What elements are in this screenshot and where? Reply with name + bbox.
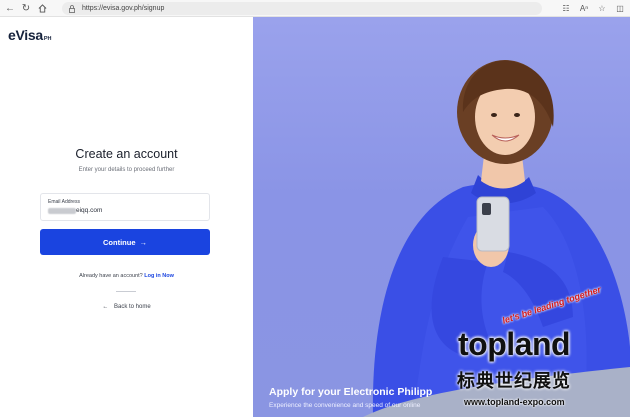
split-icon[interactable]: ◫ (614, 4, 626, 13)
home-icon[interactable] (34, 0, 50, 17)
font-icon[interactable]: Aⁿ (578, 4, 590, 13)
reader-icon[interactable]: ☷ (560, 4, 572, 13)
page-subtitle: Enter your details to proceed further (78, 167, 175, 173)
hero-image (363, 60, 630, 417)
arrow-left-icon: ← (102, 304, 109, 310)
continue-button[interactable]: Continue → (40, 229, 210, 255)
hero-subtitle: Experience the convenience and speed of … (269, 402, 421, 409)
watermark-url: www.topland-expo.com (464, 397, 565, 407)
address-bar[interactable]: https://evisa.gov.ph/signup (62, 2, 542, 15)
hero-title: Apply for your Electronic Philipp (269, 386, 433, 398)
logo-main: eVisa (8, 27, 43, 43)
login-link[interactable]: Log in Now (144, 273, 174, 279)
logo-sub: PH (43, 36, 52, 42)
login-prompt: Already have an account? (79, 273, 143, 279)
back-home-label: Back to home (113, 304, 151, 310)
email-field[interactable]: Email Address eiqq.com (40, 193, 210, 221)
back-home-link[interactable]: ← Back to home (0, 304, 253, 310)
refresh-icon[interactable]: ↻ (18, 0, 34, 17)
email-domain: eiqq.com (76, 207, 103, 214)
url-text: https://evisa.gov.ph/signup (82, 5, 165, 12)
watermark-brand: topland (458, 326, 571, 362)
email-value[interactable]: eiqq.com (48, 207, 102, 214)
favorite-icon[interactable]: ☆ (596, 4, 608, 13)
watermark-chinese: 标典世纪展览 (457, 371, 571, 391)
divider (116, 291, 136, 292)
hero-panel: Apply for your Electronic Philipp Experi… (253, 17, 630, 417)
lock-icon (68, 4, 76, 14)
redacted-text (48, 207, 76, 214)
signup-panel: eVisa PH Create an account Enter your de… (0, 17, 253, 417)
browser-toolbar: ← ↻ https://evisa.gov.ph/signup ☷ Aⁿ ☆ ◫ (0, 0, 630, 17)
arrow-right-icon: → (139, 237, 148, 247)
login-prompt-row: Already have an account? Log in Now (0, 273, 253, 279)
back-icon[interactable]: ← (2, 0, 18, 17)
page-title: Create an account (75, 147, 178, 161)
evisa-logo[interactable]: eVisa PH (8, 27, 51, 43)
continue-label: Continue (103, 237, 136, 247)
email-label: Email Address (48, 199, 80, 205)
